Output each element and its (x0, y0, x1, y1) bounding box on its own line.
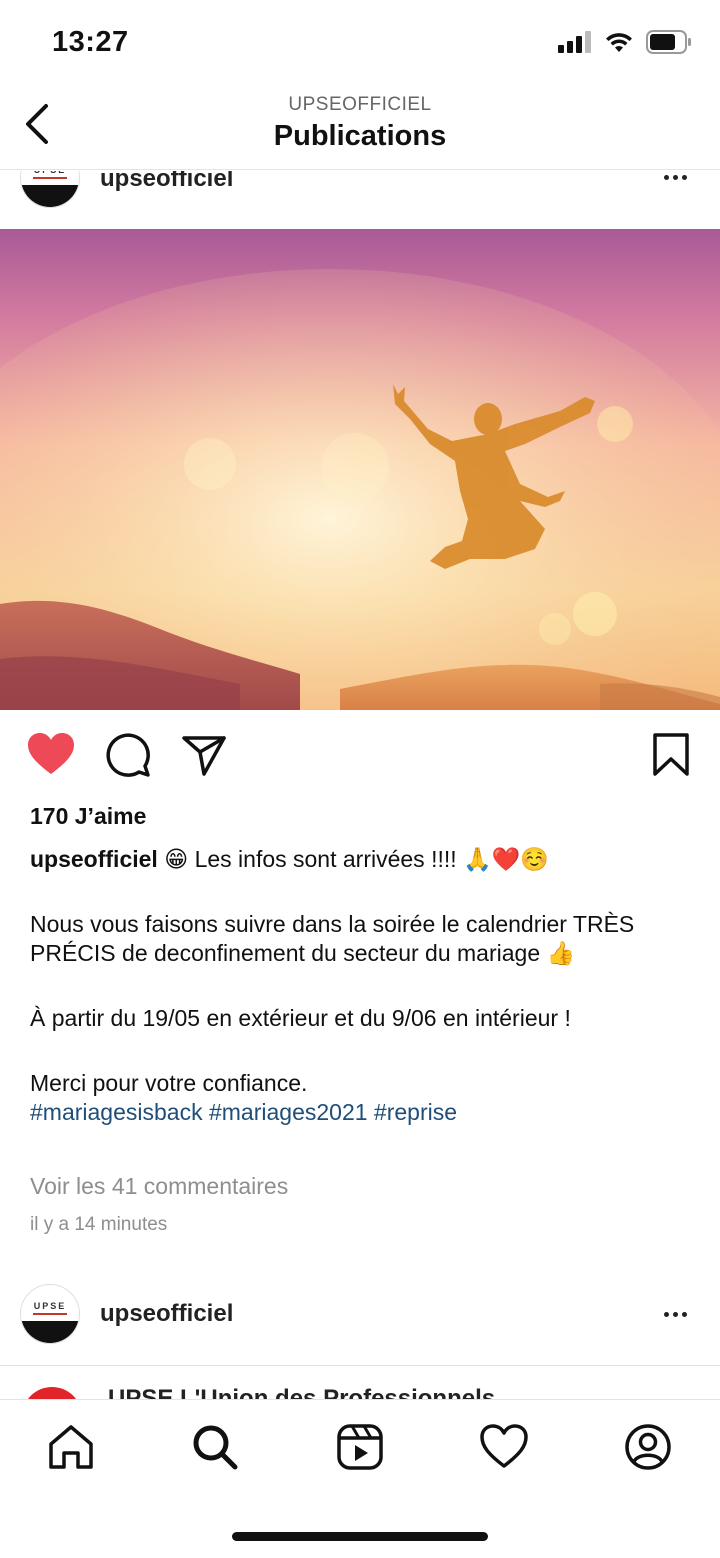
more-options-button[interactable] (664, 175, 687, 180)
bookmark-icon (653, 733, 689, 776)
post-actions (0, 730, 720, 786)
caption-hashtags[interactable]: #mariagesisback #mariages2021 #reprise (30, 1098, 692, 1127)
jumping-person-sunset-image (0, 229, 720, 710)
caption-paragraph-3: Merci pour votre confiance. (30, 1070, 308, 1096)
wifi-icon (606, 33, 632, 52)
share-button[interactable] (180, 730, 230, 780)
like-button[interactable] (26, 730, 76, 780)
avatar[interactable]: UPSE (20, 171, 80, 208)
post-timestamp: il y a 14 minutes (30, 1214, 168, 1235)
home-icon (49, 1425, 93, 1469)
caption-paragraph-1: Nous vous faisons suivre dans la soirée … (30, 911, 635, 966)
post-caption: upseofficiel 😁 Les infos sont arrivées !… (30, 845, 692, 1127)
avatar-brand: UPSE (33, 1301, 67, 1311)
comment-button[interactable] (104, 730, 154, 780)
profile-icon (625, 1424, 671, 1470)
status-bar: 13:27 (0, 0, 720, 88)
avatar[interactable]: UPSE (20, 1284, 80, 1344)
header-subtitle: UPSEOFFICIEL (288, 94, 432, 115)
more-options-button[interactable] (664, 1312, 687, 1317)
battery-icon (646, 30, 691, 54)
save-button[interactable] (646, 730, 696, 780)
reels-icon (337, 1424, 383, 1470)
next-post-username[interactable]: upseofficiel (100, 1300, 233, 1328)
caption-username[interactable]: upseofficiel (30, 846, 158, 872)
caption-paragraph-2: À partir du 19/05 en extérieur et du 9/0… (30, 1005, 571, 1031)
avatar-brand: UPSE (21, 171, 79, 175)
post-image[interactable] (0, 229, 720, 710)
caption-first-line: 😁 Les infos sont arrivées !!!! 🙏❤️☺️ (164, 846, 549, 872)
heart-icon (480, 1424, 528, 1468)
post-header: UPSE upseofficiel (0, 171, 720, 229)
status-time: 13:27 (52, 26, 129, 58)
tab-profile[interactable] (623, 1422, 673, 1472)
bottom-tab-bar (0, 1399, 720, 1558)
view-comments-link[interactable]: Voir les 41 commentaires (30, 1173, 288, 1200)
tab-search[interactable] (190, 1422, 240, 1472)
tab-reels[interactable] (335, 1422, 385, 1472)
tab-activity[interactable] (479, 1422, 529, 1472)
next-post-peek: UPSE L'Union des Professionnels (0, 1367, 720, 1399)
cellular-signal-icon (558, 31, 591, 53)
page-title: Publications (273, 120, 447, 152)
post-username[interactable]: upseofficiel (100, 171, 233, 193)
tab-home[interactable] (46, 1422, 96, 1472)
avatar[interactable] (22, 1387, 82, 1399)
comment-icon (106, 733, 150, 777)
heart-filled-icon (28, 733, 74, 774)
paper-plane-icon (182, 736, 226, 776)
home-indicator (232, 1532, 488, 1541)
next-post-header: UPSE upseofficiel (0, 1284, 720, 1366)
next-post-peek-title: UPSE L'Union des Professionnels (108, 1385, 496, 1399)
nav-header: UPSEOFFICIEL Publications (0, 88, 720, 170)
status-icons (558, 30, 692, 54)
search-icon (193, 1425, 238, 1470)
likes-count[interactable]: 170 J’aime (30, 803, 146, 830)
